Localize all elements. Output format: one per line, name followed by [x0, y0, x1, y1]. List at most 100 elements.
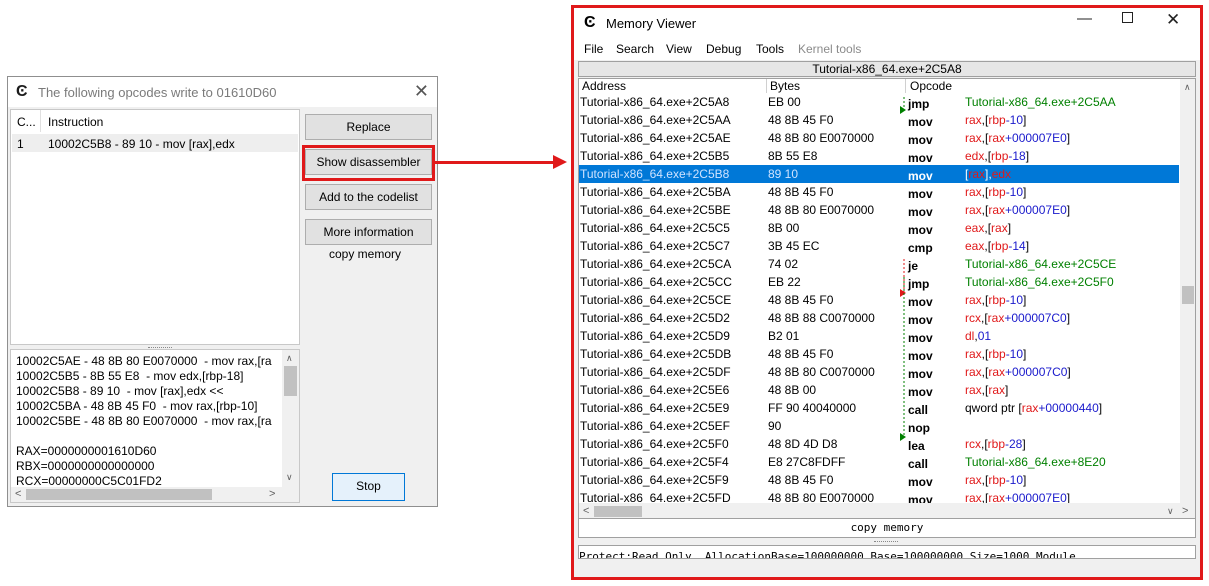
column-header-count[interactable]: C... [17, 115, 36, 129]
disassembly-row[interactable]: Tutorial-x86_64.exe+2C5EF 90 nop [579, 417, 1179, 435]
operand-part: rax [1021, 401, 1039, 415]
disassembly-row[interactable]: Tutorial-x86_64.exe+2C5B5 8B 55 E8 mov edx,… [579, 147, 1179, 165]
disassembly-row[interactable]: Tutorial-x86_64.exe+2C5D2 48 8B 88 C00700… [579, 309, 1179, 327]
opcode-list[interactable]: C... Instruction 1 10002C5B8 - 89 10 - m… [10, 109, 300, 345]
operand-part: qword ptr [ [965, 401, 1022, 415]
scroll-down-icon[interactable]: ∨ [286, 472, 293, 482]
menu-debug[interactable]: Debug [706, 42, 741, 56]
row-bytes: 48 8B 80 E0070000 [768, 131, 875, 145]
operand-part: ] [1066, 311, 1071, 325]
disassembly-row[interactable]: Tutorial-x86_64.exe+2C5CC EB 22 jmp Tutoria… [579, 273, 1179, 291]
operand-part: Tutorial-x86_64.exe+2C5AA [965, 95, 1116, 109]
close-icon[interactable]: ✕ [1166, 11, 1180, 29]
menu-file[interactable]: File [584, 42, 603, 56]
jump-arrow-icon [900, 106, 906, 114]
details-text[interactable]: 10002C5AE - 48 8B 80 E0070000 - mov rax,… [10, 349, 300, 503]
column-header-instruction[interactable]: Instruction [48, 115, 103, 129]
row-bytes: 48 8B 45 F0 [768, 113, 834, 127]
more-information-button[interactable]: More information [305, 219, 432, 245]
operand-part: ] [1067, 365, 1071, 379]
row-address: Tutorial-x86_64.exe+2C5AE [580, 131, 731, 145]
disassembly-row[interactable]: Tutorial-x86_64.exe+2C5CE 48 8B 45 F0 mov r… [579, 291, 1179, 309]
stop-button[interactable]: Stop [332, 473, 405, 501]
operand-part: rax [988, 131, 1006, 145]
jump-arrow-icon [900, 433, 906, 441]
address-bar[interactable]: Tutorial-x86_64.exe+2C5A8 [578, 61, 1196, 77]
row-bytes: 8B 00 [768, 221, 800, 235]
row-bytes: 3B 45 EC [768, 239, 820, 253]
disassembler-view[interactable]: Address Bytes Opcode Tutorial-x86_64.exe… [578, 78, 1196, 520]
window-title-bar[interactable]: Ͼ Memory Viewer — ✕ [574, 8, 1200, 38]
operand-part: -14 [1008, 239, 1026, 253]
disassembly-row[interactable]: Tutorial-x86_64.exe+2C5C5 8B 00 mov eax,[ra… [579, 219, 1179, 237]
copy-memory-label[interactable]: copy memory [329, 247, 401, 261]
disassembly-row[interactable]: Tutorial-x86_64.exe+2C5AE 48 8B 80 E00700… [579, 129, 1179, 147]
operand-part: +000007C0 [1005, 365, 1068, 379]
operand-part: ] [1066, 203, 1071, 217]
menu-view[interactable]: View [666, 42, 692, 56]
menu-kernel-tools[interactable]: Kernel tools [798, 42, 861, 56]
disassembly-row[interactable]: Tutorial-x86_64.exe+2C5DB 48 8B 45 F0 mov r… [579, 345, 1179, 363]
disassembly-row[interactable]: Tutorial-x86_64.exe+2C5D9 B2 01 mov dl,01 [579, 327, 1179, 345]
operand-part: rax [965, 473, 982, 487]
scroll-left-icon[interactable]: < [583, 506, 589, 517]
disassembly-row[interactable]: Tutorial-x86_64.exe+2C5C7 3B 45 EC cmp eax,… [579, 237, 1179, 255]
disassembly-row[interactable]: Tutorial-x86_64.exe+2C5F0 48 8D 4D D8 lea r… [579, 435, 1179, 453]
row-bytes: 48 8B 88 C0070000 [768, 311, 875, 325]
disassembly-row[interactable]: Tutorial-x86_64.exe+2C5BE 48 8B 80 E00700… [579, 201, 1179, 219]
row-opcode: jmp [908, 97, 930, 111]
copy-memory-button[interactable]: copy memory [578, 518, 1196, 538]
disassembly-row[interactable]: Tutorial-x86_64.exe+2C5F4 E8 27C8FDFF call… [579, 453, 1179, 471]
scroll-right-icon[interactable]: > [269, 489, 275, 500]
disassembly-row[interactable]: Tutorial-x86_64.exe+2C5AA 48 8B 45 F0 mov r… [579, 111, 1179, 129]
vertical-scrollbar[interactable]: ∧ [1180, 79, 1195, 503]
operand-part: +00000440 [1038, 401, 1099, 415]
column-header-opcode[interactable]: Opcode [910, 79, 952, 93]
row-operands: rax,[rbp-10] [965, 347, 1026, 361]
disassembly-row-selected[interactable]: Tutorial-x86_64.exe+2C5B8 89 10 mov [rax],e… [579, 165, 1179, 183]
disassembly-row[interactable]: Tutorial-x86_64.exe+2C5E9 FF 90 40040000 c… [579, 399, 1179, 417]
replace-button[interactable]: Replace [305, 114, 432, 140]
add-to-codelist-button[interactable]: Add to the codelist [305, 184, 432, 210]
menu-tools[interactable]: Tools [756, 42, 784, 56]
operand-part: ] [1023, 347, 1027, 361]
operand-part: rax [965, 203, 982, 217]
row-opcode: mov [908, 385, 933, 399]
list-item[interactable]: 1 10002C5B8 - 89 10 - mov [rax],edx [12, 134, 298, 152]
dialog-title: The following opcodes write to 01610D60 [38, 85, 277, 100]
operand-part: ] [1023, 293, 1027, 307]
disassembly-row[interactable]: Tutorial-x86_64.exe+2C5DF 48 8B 80 C00700… [579, 363, 1179, 381]
disassembly-row[interactable]: Tutorial-x86_64.exe+2C5A8 EB 00 jmp Tutoria… [579, 93, 1179, 111]
row-opcode: cmp [908, 241, 933, 255]
splitter-handle[interactable] [874, 541, 898, 544]
scroll-right-icon[interactable]: > [1182, 506, 1188, 517]
row-opcode: mov [908, 349, 933, 363]
jump-lines [900, 97, 906, 441]
horizontal-scrollbar[interactable]: < > [11, 487, 299, 502]
disassembly-row[interactable]: Tutorial-x86_64.exe+2C5CA 74 02 je Tutorial… [579, 255, 1179, 273]
disassembly-row[interactable]: Tutorial-x86_64.exe+2C5F9 48 8B 45 F0 mov r… [579, 471, 1179, 489]
row-address: Tutorial-x86_64.exe+2C5AA [580, 113, 731, 127]
column-header-bytes[interactable]: Bytes [770, 79, 800, 93]
row-count: 1 [17, 137, 24, 151]
operand-part: rax [988, 203, 1006, 217]
minimize-icon[interactable]: — [1077, 10, 1092, 28]
disassembly-row[interactable]: Tutorial-x86_64.exe+2C5E6 48 8B 00 mov rax,… [579, 381, 1179, 399]
scroll-left-icon[interactable]: < [15, 489, 21, 500]
row-address: Tutorial-x86_64.exe+2C5CA [580, 257, 732, 271]
scroll-right-icon[interactable]: ∨ [1167, 506, 1174, 516]
scroll-up-icon[interactable]: ∧ [286, 353, 293, 363]
close-icon[interactable]: ✕ [414, 81, 429, 101]
show-disassembler-button[interactable]: Show disassembler [305, 149, 432, 175]
maximize-icon[interactable] [1122, 12, 1133, 23]
row-operands: rax,[rax+000007E0] [965, 131, 1070, 145]
row-address: Tutorial-x86_64.exe+2C5D2 [580, 311, 730, 325]
column-header-address[interactable]: Address [582, 79, 626, 93]
dialog-title-bar[interactable]: Ͼ The following opcodes write to 01610D6… [8, 77, 437, 107]
scroll-up-icon[interactable]: ∧ [1184, 82, 1191, 92]
menu-search[interactable]: Search [616, 42, 654, 56]
vertical-scrollbar[interactable]: ∧ ∨ [282, 350, 299, 487]
row-address: Tutorial-x86_64.exe+2C5D9 [580, 329, 730, 343]
row-address: Tutorial-x86_64.exe+2C5BA [580, 185, 731, 199]
disassembly-row[interactable]: Tutorial-x86_64.exe+2C5BA 48 8B 45 F0 mov r… [579, 183, 1179, 201]
